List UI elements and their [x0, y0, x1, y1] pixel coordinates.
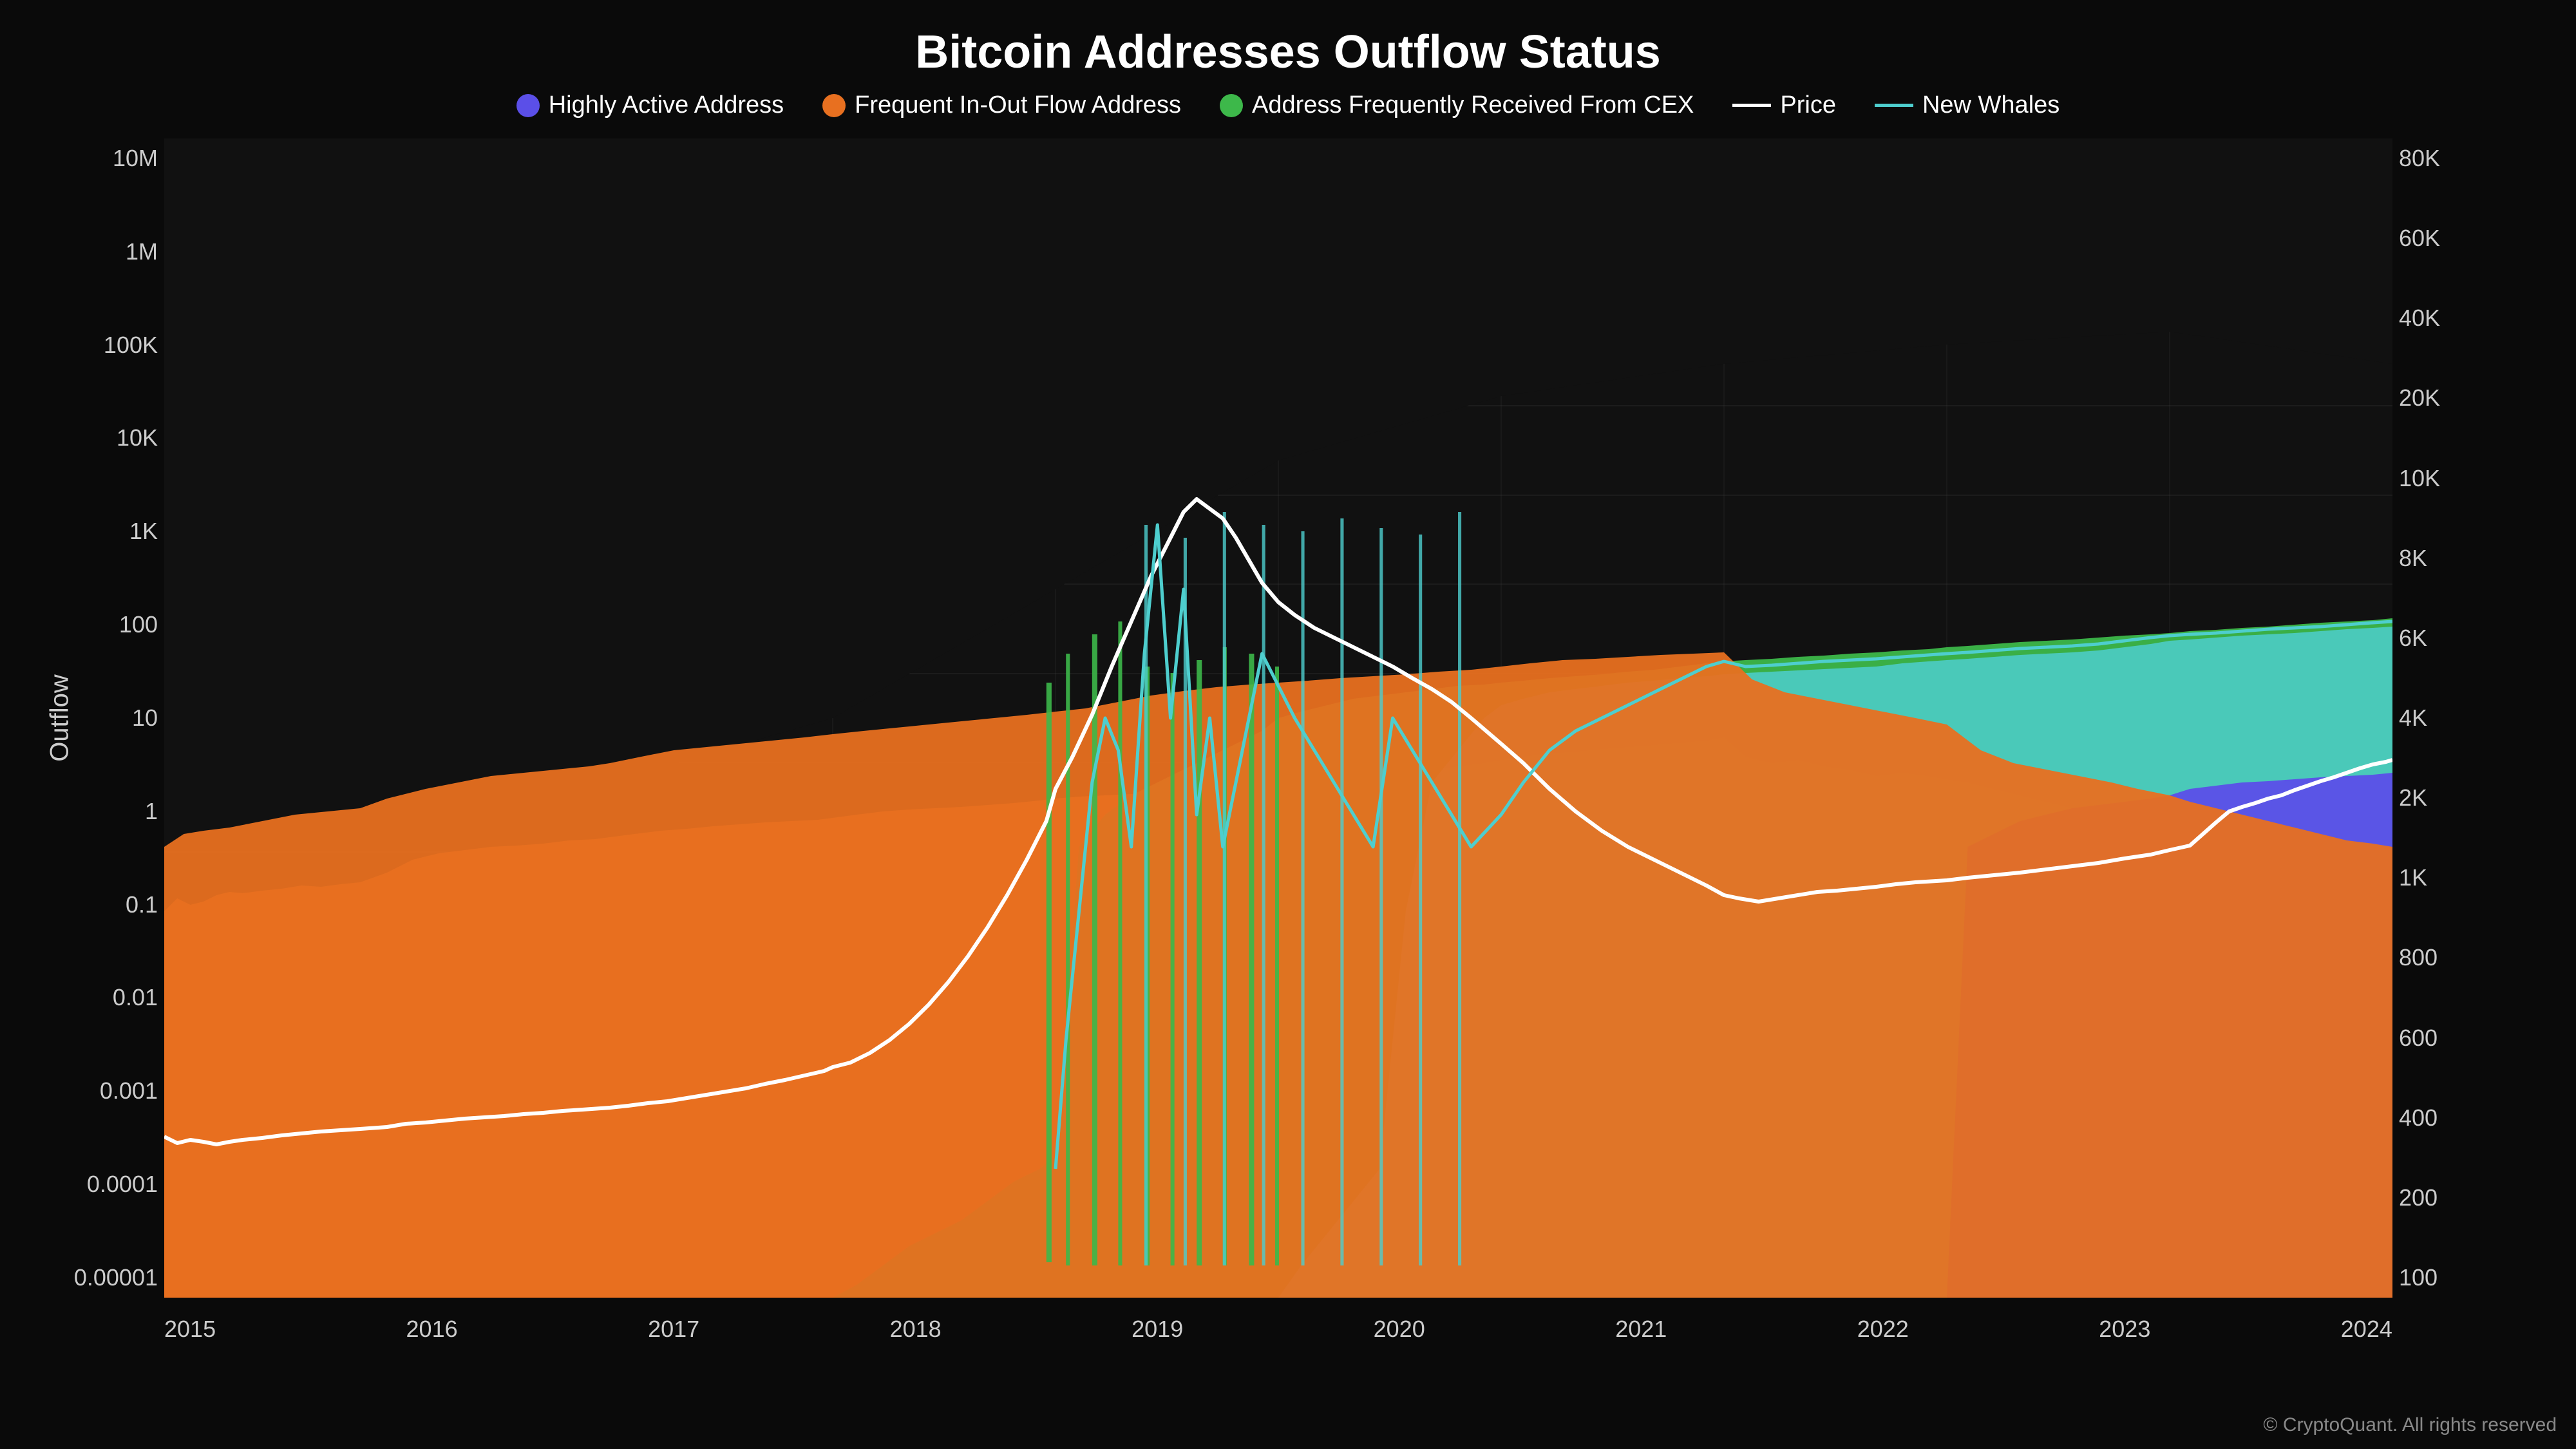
y-left-label-4: 1K: [129, 518, 158, 545]
x-label-2022: 2022: [1857, 1316, 1909, 1343]
x-label-2017: 2017: [648, 1316, 699, 1343]
legend-item-new-whales: New Whales: [1875, 91, 2060, 119]
y-right-label-7: 4K: [2399, 705, 2427, 732]
legend-item-frequent-inout: Frequent In-Out Flow Address: [822, 91, 1181, 119]
y-right-label-6: 6K: [2399, 625, 2427, 652]
y-left-label-9: 0.01: [113, 984, 158, 1011]
x-label-2023: 2023: [2099, 1316, 2150, 1343]
y-left-label-2: 100K: [104, 332, 158, 359]
x-label-2020: 2020: [1374, 1316, 1425, 1343]
y-right-label-0: 80K: [2399, 145, 2440, 172]
legend-line-price: [1732, 104, 1771, 107]
legend-label-cex: Address Frequently Received From CEX: [1252, 91, 1694, 119]
legend-label-frequent-inout: Frequent In-Out Flow Address: [855, 91, 1181, 119]
main-chart-svg: [164, 138, 2392, 1298]
y-right-label-8: 2K: [2399, 784, 2427, 811]
y-right-label-5: 8K: [2399, 545, 2427, 572]
y-left-label-7: 1: [145, 798, 158, 825]
legend-dot-cex: [1220, 94, 1243, 117]
chart-container: Bitcoin Addresses Outflow Status Highly …: [0, 0, 2576, 1449]
copyright-text: © CryptoQuant. All rights reserved: [2263, 1414, 2557, 1436]
chart-title: Bitcoin Addresses Outflow Status: [915, 26, 1660, 79]
x-label-2018: 2018: [890, 1316, 942, 1343]
y-left-label-8: 0.1: [126, 891, 158, 918]
x-label-2021: 2021: [1615, 1316, 1667, 1343]
legend-item-cex: Address Frequently Received From CEX: [1220, 91, 1694, 119]
legend-dot-highly-active: [516, 94, 540, 117]
y-left-label-3: 10K: [117, 424, 158, 451]
y-right-label-10: 800: [2399, 944, 2438, 971]
legend-label-highly-active: Highly Active Address: [549, 91, 784, 119]
y-left-label-10: 0.001: [100, 1077, 158, 1104]
y-axis-title: Outflow: [45, 674, 74, 762]
x-label-2019: 2019: [1132, 1316, 1183, 1343]
y-left-label-11: 0.0001: [87, 1171, 158, 1198]
x-axis: 2015 2016 2017 2018 2019 2020 2021 2022 …: [164, 1316, 2392, 1343]
legend-line-new-whales: [1875, 104, 1913, 107]
y-right-label-13: 200: [2399, 1184, 2438, 1211]
y-right-label-2: 40K: [2399, 305, 2440, 332]
y-right-label-12: 400: [2399, 1104, 2438, 1132]
y-right-label-11: 600: [2399, 1025, 2438, 1052]
x-label-2015: 2015: [164, 1316, 216, 1343]
y-left-label-5: 100: [119, 611, 158, 638]
y-right-label-4: 10K: [2399, 465, 2440, 492]
chart-legend: Highly Active Address Frequent In-Out Fl…: [516, 91, 2060, 119]
y-axis-left: 10M 1M 100K 10K 1K 100 10 1 0.1 0.01 0.0…: [80, 138, 164, 1298]
y-left-label-12: 0.00001: [74, 1264, 158, 1291]
y-left-label-1: 1M: [126, 238, 158, 265]
y-right-label-14: 100: [2399, 1264, 2438, 1291]
legend-label-price: Price: [1780, 91, 1836, 119]
y-axis-right: 80K 60K 40K 20K 10K 8K 6K 4K 2K 1K 800 6…: [2392, 138, 2496, 1298]
y-right-label-9: 1K: [2399, 864, 2427, 891]
y-left-label-0: 10M: [113, 145, 158, 172]
y-right-label-1: 60K: [2399, 225, 2440, 252]
x-label-2024: 2024: [2341, 1316, 2392, 1343]
legend-item-price: Price: [1732, 91, 1836, 119]
x-label-2016: 2016: [406, 1316, 458, 1343]
y-left-label-6: 10: [132, 705, 158, 732]
y-right-label-3: 20K: [2399, 384, 2440, 412]
legend-dot-frequent-inout: [822, 94, 846, 117]
legend-label-new-whales: New Whales: [1922, 91, 2060, 119]
chart-area: 10M 1M 100K 10K 1K 100 10 1 0.1 0.01 0.0…: [80, 138, 2496, 1298]
legend-item-highly-active: Highly Active Address: [516, 91, 784, 119]
